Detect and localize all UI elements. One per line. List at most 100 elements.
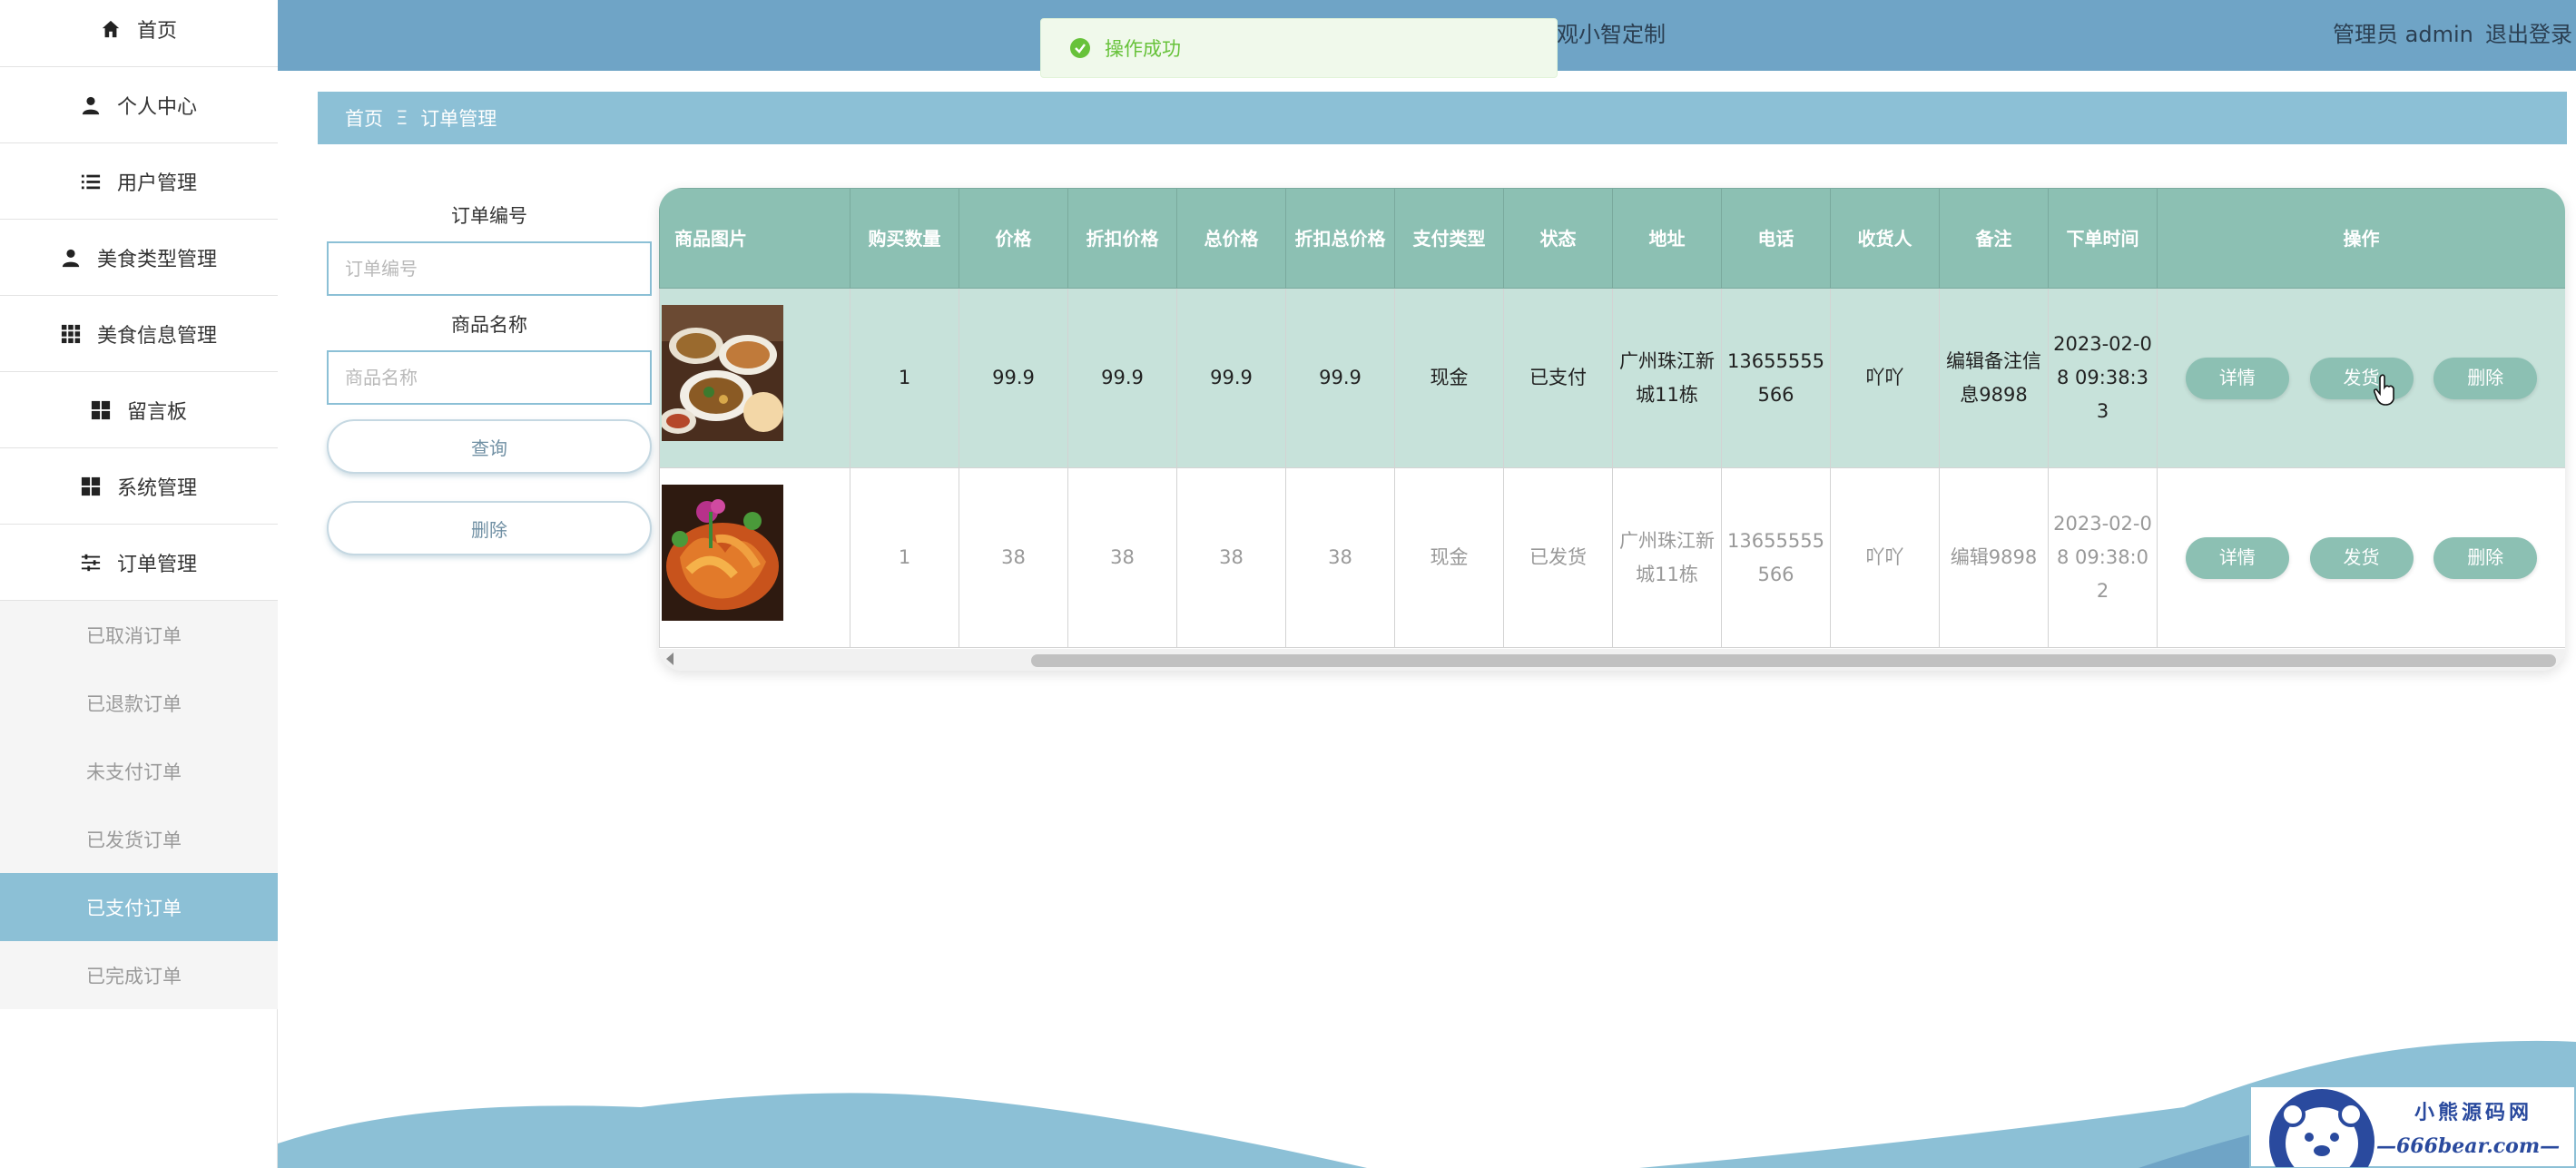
sidebar: 首页 个人中心 用户管理 美食类型管理 美食信息管理 留言板 系统管理 订单管理… <box>0 0 278 1168</box>
product-name-input[interactable] <box>327 350 652 405</box>
nav-item-personal-center[interactable]: 个人中心 <box>0 67 278 143</box>
phone-cell: 13655555566 <box>1721 467 1831 648</box>
actions-cell: 详情 发货 删除 <box>2157 288 2565 468</box>
submenu-refunded-orders[interactable]: 已退款订单 <box>0 669 278 737</box>
order-no-input[interactable] <box>327 241 652 296</box>
ship-button[interactable]: 发货 <box>2309 357 2414 399</box>
query-button[interactable]: 查询 <box>327 419 652 474</box>
order-time-cell: 2023-02-08 09:38:02 <box>2048 467 2158 648</box>
nav-label: 首页 <box>136 19 177 43</box>
nav-item-order-management[interactable]: 订单管理 <box>0 525 278 601</box>
orders-table: 商品图片 购买数量 价格 折扣价格 总价格 折扣总价格 支付类型 状态 地址 电… <box>659 188 2565 671</box>
status-cell: 已支付 <box>1503 288 1613 468</box>
nav-item-user-management[interactable]: 用户管理 <box>0 143 278 220</box>
table-header-row: 商品图片 购买数量 价格 折扣价格 总价格 折扣总价格 支付类型 状态 地址 电… <box>659 188 2565 289</box>
delete-button[interactable]: 删除 <box>327 501 652 555</box>
grid-icon <box>91 400 111 420</box>
discount-total-cell: 99.9 <box>1285 288 1395 468</box>
total-price-cell: 99.9 <box>1176 288 1286 468</box>
order-time-cell: 2023-02-08 09:38:33 <box>2048 288 2158 468</box>
success-toast: 操作成功 <box>1040 18 1558 78</box>
price-cell: 38 <box>959 467 1068 648</box>
phone-cell: 13655555566 <box>1721 288 1831 468</box>
nav-label: 个人中心 <box>116 95 197 119</box>
col-header: 下单时间 <box>2048 188 2158 289</box>
col-header: 电话 <box>1721 188 1831 289</box>
nav-label: 美食信息管理 <box>96 324 217 348</box>
hand-cursor-icon <box>2374 374 2394 406</box>
address-cell: 广州珠江新城11栋 <box>1612 467 1722 648</box>
watermark-url: —666bear.com— <box>2376 1134 2561 1158</box>
breadcrumb: 首页 Ξ 订单管理 <box>318 92 2567 144</box>
breadcrumb-home[interactable]: 首页 <box>345 104 383 132</box>
col-header: 地址 <box>1612 188 1722 289</box>
table-row[interactable]: 1 99.9 99.9 99.9 99.9 现金 已支付 广州珠江新城11栋 1… <box>659 288 2565 468</box>
user-icon <box>81 95 101 115</box>
col-header: 折扣总价格 <box>1285 188 1395 289</box>
note-cell: 编辑9898 <box>1939 467 2049 648</box>
row-delete-button[interactable]: 删除 <box>2433 357 2538 399</box>
col-header: 商品图片 <box>659 188 850 289</box>
toast-message: 操作成功 <box>1105 38 1181 60</box>
nav-label: 美食类型管理 <box>96 248 217 271</box>
logout-link[interactable]: 退出登录 <box>2485 16 2572 48</box>
col-header: 状态 <box>1503 188 1613 289</box>
order-no-label: 订单编号 <box>451 205 527 227</box>
col-header: 收货人 <box>1830 188 1940 289</box>
pay-type-cell: 现金 <box>1394 288 1504 468</box>
breadcrumb-separator: Ξ <box>396 107 408 129</box>
grid-icon <box>81 476 101 496</box>
submenu-paid-orders[interactable]: 已支付订单 <box>0 873 278 941</box>
qty-cell: 1 <box>850 467 959 648</box>
product-name-label: 商品名称 <box>451 314 527 336</box>
nav-item-home[interactable]: 首页 <box>0 0 278 67</box>
food-plates-image <box>660 304 783 441</box>
discount-price-cell: 38 <box>1067 467 1177 648</box>
product-image-cell <box>659 288 850 468</box>
sliders-icon <box>81 553 101 573</box>
note-cell: 编辑备注信息9898 <box>1939 288 2049 468</box>
qty-cell: 1 <box>850 288 959 468</box>
watermark-title: 小熊源码网 <box>2414 1101 2533 1124</box>
nav-item-food-type-management[interactable]: 美食类型管理 <box>0 220 278 296</box>
horizontal-scrollbar[interactable] <box>659 649 2565 671</box>
col-header: 总价格 <box>1176 188 1286 289</box>
scrollbar-thumb[interactable] <box>1031 654 2556 667</box>
nav-item-system-management[interactable]: 系统管理 <box>0 448 278 525</box>
discount-total-cell: 38 <box>1285 467 1395 648</box>
nav-label: 留言板 <box>126 400 187 424</box>
check-circle-icon <box>1070 38 1090 58</box>
ship-button[interactable]: 发货 <box>2309 536 2414 579</box>
col-header: 备注 <box>1939 188 2049 289</box>
actions-cell: 详情 发货 删除 <box>2157 467 2565 648</box>
grid-icon <box>61 324 81 344</box>
fried-shrimp-image <box>662 484 783 621</box>
decorative-waves <box>278 1040 2576 1168</box>
submenu-completed-orders[interactable]: 已完成订单 <box>0 941 278 1009</box>
nav-label: 系统管理 <box>116 476 197 500</box>
detail-button[interactable]: 详情 <box>2185 357 2289 399</box>
price-cell: 99.9 <box>959 288 1068 468</box>
status-cell: 已发货 <box>1503 467 1613 648</box>
receiver-cell: 吖吖 <box>1830 288 1940 468</box>
nav-item-message-board[interactable]: 留言板 <box>0 372 278 448</box>
col-header: 操作 <box>2157 188 2565 289</box>
nav-label: 订单管理 <box>116 553 197 576</box>
nav-label: 用户管理 <box>116 172 197 195</box>
row-delete-button[interactable]: 删除 <box>2433 536 2538 579</box>
submenu-shipped-orders[interactable]: 已发货订单 <box>0 805 278 873</box>
bear-logo-icon <box>2269 1089 2374 1167</box>
home-icon <box>101 19 121 39</box>
address-cell: 广州珠江新城11栋 <box>1612 288 1722 468</box>
submenu-cancelled-orders[interactable]: 已取消订单 <box>0 601 278 669</box>
breadcrumb-current: 订单管理 <box>420 108 497 130</box>
nav-item-food-info-management[interactable]: 美食信息管理 <box>0 296 278 372</box>
scroll-left-arrow-icon[interactable] <box>666 653 673 665</box>
user-icon <box>61 248 81 268</box>
detail-button[interactable]: 详情 <box>2185 536 2289 579</box>
table-row[interactable]: 1 38 38 38 38 现金 已发货 广州珠江新城11栋 136555555… <box>659 467 2565 648</box>
col-header: 购买数量 <box>850 188 959 289</box>
product-image-cell <box>659 467 850 648</box>
submenu-unpaid-orders[interactable]: 未支付订单 <box>0 737 278 805</box>
col-header: 折扣价格 <box>1067 188 1177 289</box>
